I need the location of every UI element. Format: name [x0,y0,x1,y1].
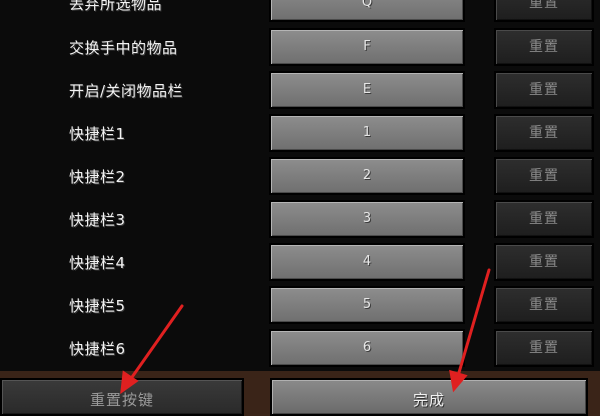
keybind-button-hotbar-4[interactable]: 4 [269,243,465,281]
reset-button-hotbar-1[interactable]: 重置 [494,114,594,152]
control-label: 快捷栏3 [69,211,126,229]
control-row-swap-hands: 交换手中的物品 F 重置 [0,28,600,66]
control-row-hotbar-3: 快捷栏3 3 重置 [0,200,600,238]
reset-button-drop-item[interactable]: 重置 [494,0,594,22]
reset-button-hotbar-2[interactable]: 重置 [494,157,594,195]
keybind-button-hotbar-3[interactable]: 3 [269,200,465,238]
control-row-hotbar-5: 快捷栏5 5 重置 [0,286,600,324]
keybind-button-hotbar-1[interactable]: 1 [269,114,465,152]
done-button[interactable]: 完成 [270,378,588,416]
keybind-button-hotbar-2[interactable]: 2 [269,157,465,195]
reset-button-swap-hands[interactable]: 重置 [494,28,594,66]
keybind-button-swap-hands[interactable]: F [269,28,465,66]
control-label: 快捷栏5 [69,297,126,315]
control-row-hotbar-1: 快捷栏1 1 重置 [0,114,600,152]
control-row-hotbar-4: 快捷栏4 4 重置 [0,243,600,281]
keybind-button-hotbar-6[interactable]: 6 [269,329,465,367]
keybind-button-inventory[interactable]: E [269,71,465,109]
control-row-drop-item: 丢弃所选物品 Q 重置 [0,0,600,22]
reset-button-hotbar-5[interactable]: 重置 [494,286,594,324]
keybind-button-drop-item[interactable]: Q [269,0,465,22]
control-label: 快捷栏4 [69,254,126,272]
control-row-hotbar-6: 快捷栏6 6 重置 [0,329,600,367]
control-label: 快捷栏6 [69,340,126,358]
control-label: 快捷栏1 [69,125,126,143]
control-label: 交换手中的物品 [69,39,178,57]
control-label: 丢弃所选物品 [69,0,163,13]
reset-button-hotbar-4[interactable]: 重置 [494,243,594,281]
control-row-inventory: 开启/关闭物品栏 E 重置 [0,71,600,109]
keybind-button-hotbar-5[interactable]: 5 [269,286,465,324]
reset-button-inventory[interactable]: 重置 [494,71,594,109]
control-label: 快捷栏2 [69,168,126,186]
control-label: 开启/关闭物品栏 [69,82,184,100]
reset-keys-button[interactable]: 重置按键 [0,378,244,416]
control-row-hotbar-2: 快捷栏2 2 重置 [0,157,600,195]
controls-screen: 丢弃所选物品 Q 重置 交换手中的物品 F 重置 开启/关闭物品栏 E 重置 快… [0,0,600,416]
reset-button-hotbar-6[interactable]: 重置 [494,329,594,367]
reset-button-hotbar-3[interactable]: 重置 [494,200,594,238]
